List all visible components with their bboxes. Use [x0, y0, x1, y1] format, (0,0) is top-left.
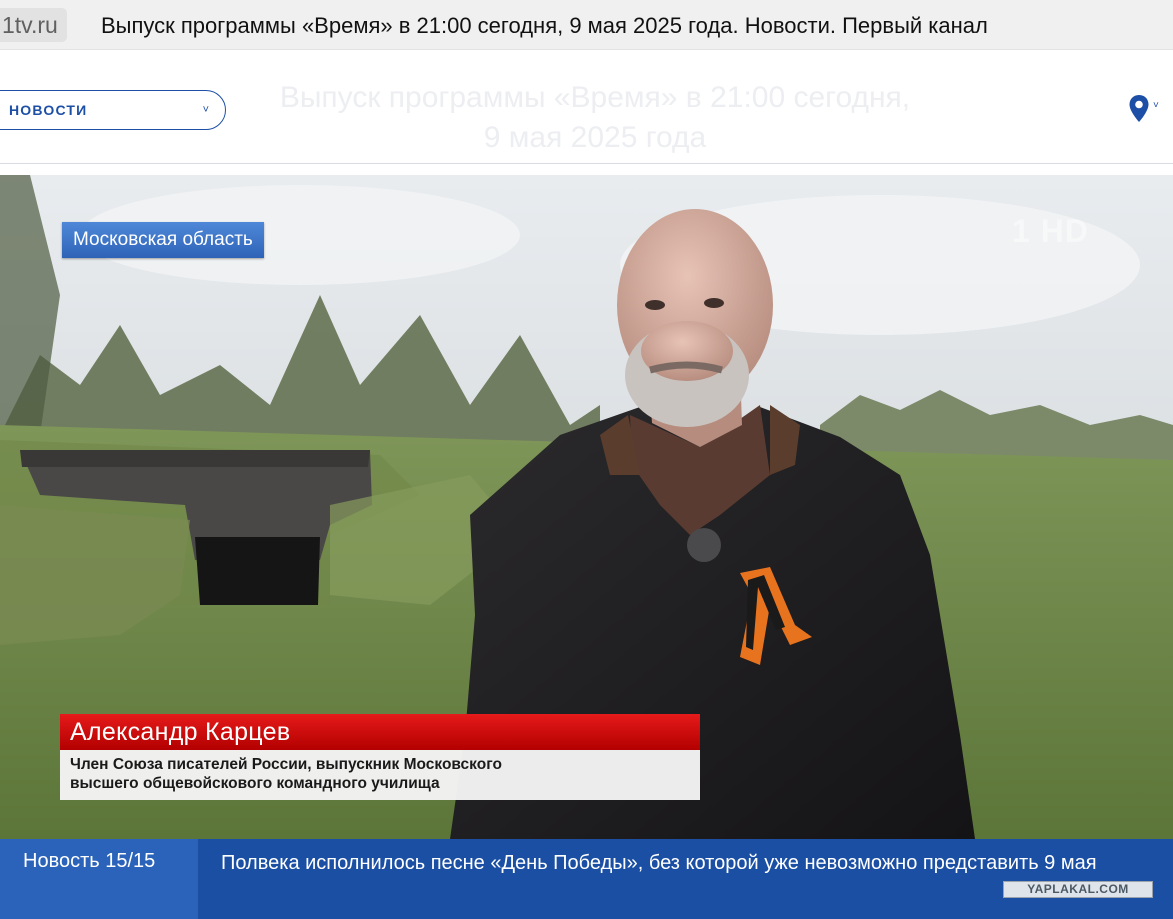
- faded-title-line-2: 9 мая 2025 года: [483, 121, 707, 154]
- speaker-name: Александр Карцев: [60, 714, 700, 750]
- speaker-description-line-1: Член Союза писателей России, выпускник М…: [70, 756, 502, 773]
- section-dropdown-label: НОВОСТИ: [9, 102, 88, 118]
- watermark: YAPLAKAL.COM: [1003, 881, 1153, 898]
- news-headline-link[interactable]: Полвека исполнилось песне «День Победы»,…: [221, 851, 1156, 875]
- section-dropdown[interactable]: НОВОСТИ ˅: [0, 90, 226, 130]
- news-counter: Новость 15/15: [0, 839, 198, 919]
- site-header: Выпуск программы «Время» в 21:00 сегодня…: [0, 56, 1173, 164]
- speaker-lower-third: Александр Карцев Член Союза писателей Ро…: [60, 714, 700, 800]
- video-player[interactable]: Московская область 1 HD Александр Карцев…: [0, 175, 1173, 839]
- browser-title-bar: 1tv.ru Выпуск программы «Время» в 21:00 …: [0, 0, 1173, 50]
- location-pin-icon: [1129, 95, 1149, 122]
- page-title: Выпуск программы «Время» в 21:00 сегодня…: [101, 13, 988, 38]
- faded-title-line-1: Выпуск программы «Время» в 21:00 сегодня…: [279, 81, 911, 114]
- news-ticker-bar: Новость 15/15 Полвека исполнилось песне …: [0, 839, 1173, 919]
- speaker-description-line-2: высшего общевойскового командного училищ…: [70, 775, 440, 792]
- location-selector[interactable]: ˅: [1128, 94, 1164, 126]
- channel-logo: 1 HD: [1012, 213, 1089, 249]
- location-chevron-icon: ˅: [1153, 100, 1159, 111]
- faded-article-title: Выпуск программы «Время» в 21:00 сегодня…: [225, 78, 965, 158]
- speaker-description: Член Союза писателей России, выпускник М…: [60, 750, 700, 800]
- site-domain-chip[interactable]: 1tv.ru: [0, 8, 67, 42]
- page: 1tv.ru Выпуск программы «Время» в 21:00 …: [0, 0, 1173, 919]
- chevron-down-icon: ˅: [202, 104, 209, 116]
- location-caption: Московская область: [62, 222, 264, 258]
